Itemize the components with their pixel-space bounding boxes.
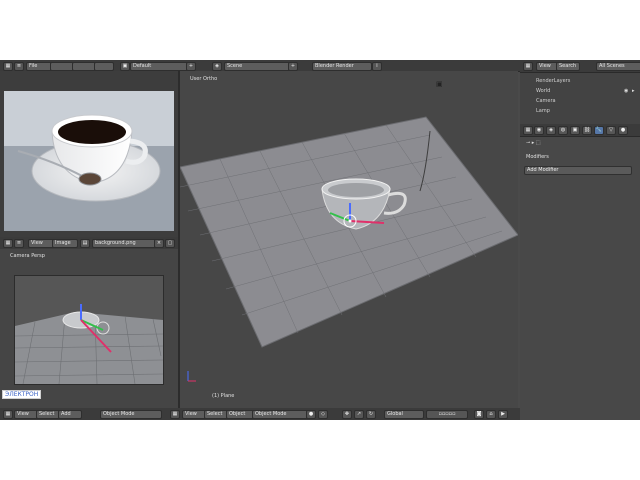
image-browse-icon[interactable]: ▤ bbox=[80, 239, 90, 248]
tree-item[interactable]: World bbox=[536, 88, 550, 94]
outliner-panel: ▦ View Search All Scenes RenderLayers Wo… bbox=[520, 60, 640, 124]
breadcrumb: ⊸ ▸ ⬚ bbox=[526, 140, 541, 146]
render-icon[interactable]: ▶ bbox=[498, 410, 508, 419]
view-menu[interactable]: View bbox=[28, 239, 54, 248]
add-screen-icon[interactable]: + bbox=[186, 62, 196, 71]
display-mode-dropdown[interactable]: All Scenes bbox=[596, 62, 640, 71]
tree-item[interactable]: Camera bbox=[536, 98, 556, 104]
select-menu[interactable]: Select bbox=[36, 410, 60, 419]
add-modifier-dropdown[interactable]: Add Modifier bbox=[524, 166, 632, 175]
add-scene-icon[interactable]: + bbox=[288, 62, 298, 71]
editor-type-icon[interactable]: ▦ bbox=[3, 410, 13, 419]
manipulator-icon[interactable]: ✥ bbox=[342, 410, 352, 419]
data-tab-icon[interactable]: ▽ bbox=[606, 126, 616, 135]
blender-window: ▦ ≡ File ▣ Default + ◈ Scene + Blender R… bbox=[0, 60, 640, 420]
add-menu[interactable]: Add bbox=[58, 410, 82, 419]
eye-icon[interactable]: ◉ bbox=[624, 88, 628, 94]
rotate-icon[interactable]: ↻ bbox=[366, 410, 376, 419]
reference-photo bbox=[4, 91, 174, 231]
scene-tab-icon[interactable]: ◈ bbox=[546, 126, 556, 135]
view-menu[interactable]: View bbox=[182, 410, 206, 419]
mode-dropdown[interactable]: Object Mode bbox=[100, 410, 162, 419]
snap-icon[interactable]: ⌂ bbox=[486, 410, 496, 419]
world-tab-icon[interactable]: ◍ bbox=[558, 126, 568, 135]
image-menu[interactable]: Image bbox=[52, 239, 78, 248]
menu-item[interactable] bbox=[94, 62, 114, 71]
camera-icon[interactable]: ▸ bbox=[632, 88, 635, 94]
pivot-icon[interactable]: ◇ bbox=[318, 410, 328, 419]
search-menu[interactable]: Search bbox=[556, 62, 580, 71]
camera-preview bbox=[14, 275, 164, 385]
editor-type-icon[interactable]: ▦ bbox=[170, 410, 180, 419]
bottom-header-bar: ▦ View Select Add Object Mode ▦ View Sel… bbox=[0, 408, 520, 420]
viewport-scene bbox=[180, 116, 518, 382]
image-editor-panel bbox=[0, 71, 178, 237]
object-label: (1) Plane bbox=[212, 393, 235, 399]
view-menu[interactable]: View bbox=[536, 62, 558, 71]
watermark: ЭЛЕКТРОН bbox=[2, 390, 42, 399]
material-tab-icon[interactable]: ● bbox=[618, 126, 628, 135]
axis-gizmo bbox=[187, 371, 196, 382]
menu-item[interactable] bbox=[72, 62, 96, 71]
select-menu[interactable]: Select bbox=[204, 410, 228, 419]
coffee-shape bbox=[58, 120, 126, 144]
modifiers-section-label: Modifiers bbox=[526, 154, 549, 160]
object-tab-icon[interactable]: ▣ bbox=[570, 126, 580, 135]
properties-panel: ▦ ◉ ◈ ◍ ▣ ⛓ 🔧 ▽ ● ⊸ ▸ ⬚ Modifiers Add Mo… bbox=[520, 124, 640, 420]
preview-title: Camera Persp bbox=[10, 253, 45, 259]
tree-item[interactable]: RenderLayers bbox=[536, 78, 570, 84]
shading-icon[interactable]: ● bbox=[306, 410, 316, 419]
modifier-tab-icon[interactable]: 🔧 bbox=[594, 126, 604, 135]
pin-icon[interactable]: ▢ bbox=[165, 239, 175, 248]
ground-plane-shape bbox=[180, 116, 518, 348]
3d-viewport[interactable]: User Ortho ▣ (1) Plane bbox=[180, 71, 518, 409]
render-engine-dropdown[interactable]: Blender Render bbox=[312, 62, 372, 71]
transform-orientation-dropdown[interactable]: Global bbox=[384, 410, 424, 419]
properties-tabs: ▦ ◉ ◈ ◍ ▣ ⛓ 🔧 ▽ ● bbox=[520, 124, 640, 137]
translate-icon[interactable]: ↗ bbox=[354, 410, 364, 419]
render-tab-icon[interactable]: ◉ bbox=[534, 126, 544, 135]
screen-layout-icon[interactable]: ▣ bbox=[120, 62, 130, 71]
camera-preview-panel: Camera Persp bbox=[0, 249, 178, 409]
editor-type-icon[interactable]: ▦ bbox=[523, 62, 533, 71]
menu-icon[interactable]: ≡ bbox=[14, 62, 24, 71]
object-mode-dropdown[interactable]: Object Mode bbox=[252, 410, 308, 419]
close-icon[interactable]: × bbox=[154, 239, 164, 248]
lock-icon[interactable]: ◙ bbox=[474, 410, 484, 419]
screen-layout-field[interactable]: Default bbox=[130, 62, 188, 71]
scene-icon[interactable]: ◈ bbox=[212, 62, 222, 71]
menu-icon[interactable]: ≡ bbox=[14, 239, 24, 248]
image-name-field[interactable]: background.png bbox=[92, 239, 156, 248]
object-menu[interactable]: Object bbox=[226, 410, 254, 419]
scene-field[interactable]: Scene bbox=[224, 62, 290, 71]
constraint-tab-icon[interactable]: ⛓ bbox=[582, 126, 592, 135]
layers-icon[interactable]: ▫▫▫▫▫ bbox=[426, 410, 468, 419]
tree-item[interactable]: Lamp bbox=[536, 108, 550, 114]
file-menu[interactable]: File bbox=[26, 62, 52, 71]
outliner-header: ▦ View Search All Scenes bbox=[520, 60, 640, 73]
info-icon: i bbox=[372, 62, 382, 71]
editor-type-icon[interactable]: ▦ bbox=[3, 62, 13, 71]
editor-type-icon[interactable]: ▦ bbox=[3, 239, 13, 248]
view-menu[interactable]: View bbox=[14, 410, 38, 419]
editor-type-icon[interactable]: ▦ bbox=[523, 126, 533, 135]
menu-item[interactable] bbox=[50, 62, 74, 71]
